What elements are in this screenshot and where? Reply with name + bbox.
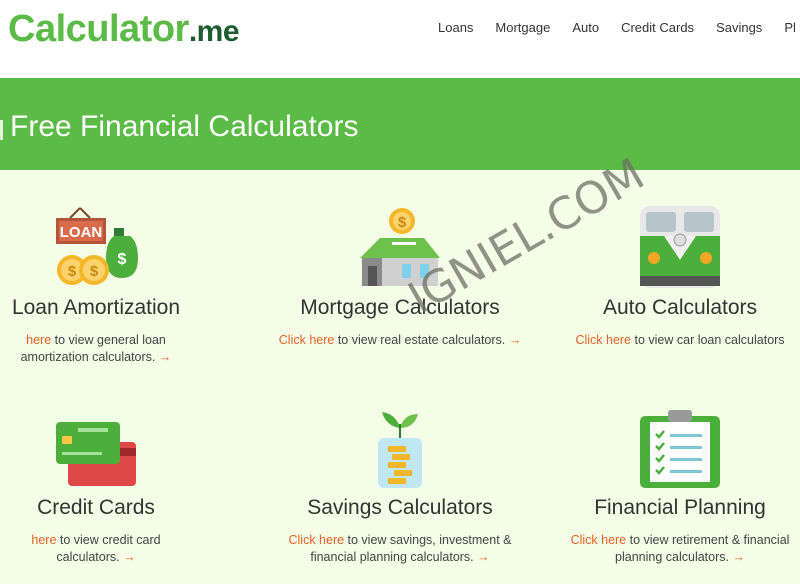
card-title: Credit Cards xyxy=(37,496,155,519)
nav-savings[interactable]: Savings xyxy=(716,20,762,35)
card-description: here to view general loan amortization c… xyxy=(0,332,192,366)
description-text: to view real estate calculators. xyxy=(334,333,509,347)
main-nav: Loans Mortgage Auto Credit Cards Savings… xyxy=(438,20,800,35)
card-description: Click here to view real estate calculato… xyxy=(240,332,560,349)
click-here-link[interactable]: Click here xyxy=(279,333,335,347)
svg-text:$: $ xyxy=(398,214,407,231)
click-here-link[interactable]: Click here xyxy=(288,533,344,547)
nav-mortgage[interactable]: Mortgage xyxy=(495,20,550,35)
arrow-icon[interactable]: → xyxy=(477,550,490,564)
nav-planning[interactable]: Pl xyxy=(784,20,796,35)
hero-band: Free Financial Calculators xyxy=(0,78,800,170)
loan-icon: LOAN $ $ $ xyxy=(0,200,192,290)
nav-auto[interactable]: Auto xyxy=(572,20,599,35)
card-title: Savings Calculators xyxy=(307,496,493,519)
hero-accent xyxy=(0,120,3,140)
nav-credit-cards[interactable]: Credit Cards xyxy=(621,20,694,35)
card-credit-cards: Credit Cards here to view credit card ca… xyxy=(0,400,192,566)
logo-suffix: .me xyxy=(188,15,240,48)
card-title: Mortgage Calculators xyxy=(300,296,500,319)
clipboard-icon xyxy=(560,400,800,490)
page-title: Free Financial Calculators xyxy=(10,110,359,143)
click-here-link[interactable]: here xyxy=(26,333,51,347)
arrow-icon[interactable]: → xyxy=(732,550,745,564)
arrow-icon[interactable]: → xyxy=(159,350,172,364)
card-mortgage: $ Mortgage Calculators Click here to vie… xyxy=(240,200,560,349)
nav-loans[interactable]: Loans xyxy=(438,20,473,35)
credit-card-icon xyxy=(0,400,192,490)
card-auto: Auto Calculators Click here to view car … xyxy=(560,200,800,349)
savings-jar-icon xyxy=(240,400,560,490)
card-title: Loan Amortization xyxy=(11,296,181,319)
svg-text:LOAN: LOAN xyxy=(60,224,103,241)
card-financial-planning: Financial Planning Click here to view re… xyxy=(560,400,800,566)
card-description: Click here to view retirement & financia… xyxy=(560,532,800,566)
card-loan-amortization: LOAN $ $ $ Loan Amortization here to vie… xyxy=(0,200,192,366)
description-text: to view car loan calculators xyxy=(631,333,785,347)
svg-text:$: $ xyxy=(68,263,77,280)
card-title: Financial Planning xyxy=(594,496,766,519)
card-title: Auto Calculators xyxy=(602,296,758,319)
card-description: Click here to view car loan calculators xyxy=(560,332,800,349)
arrow-icon[interactable]: → xyxy=(123,550,136,564)
click-here-link[interactable]: Click here xyxy=(571,533,627,547)
click-here-link[interactable]: here xyxy=(31,533,56,547)
logo[interactable]: Calculator.me xyxy=(8,8,240,51)
card-savings: Savings Calculators Click here to view s… xyxy=(240,400,560,566)
house-icon: $ xyxy=(240,200,560,290)
site-header: Calculator.me Loans Mortgage Auto Credit… xyxy=(0,0,800,78)
svg-text:$: $ xyxy=(118,251,127,268)
svg-text:$: $ xyxy=(90,263,99,280)
bus-icon xyxy=(560,200,800,290)
click-here-link[interactable]: Click here xyxy=(575,333,631,347)
arrow-icon[interactable]: → xyxy=(509,333,522,347)
card-description: Click here to view savings, investment &… xyxy=(240,532,560,566)
card-description: here to view credit card calculators. → xyxy=(0,532,192,566)
description-text: to view retirement & financial planning … xyxy=(615,533,790,564)
logo-text: Calculator xyxy=(8,8,189,50)
description-text: to view credit card calculators. xyxy=(56,533,161,564)
